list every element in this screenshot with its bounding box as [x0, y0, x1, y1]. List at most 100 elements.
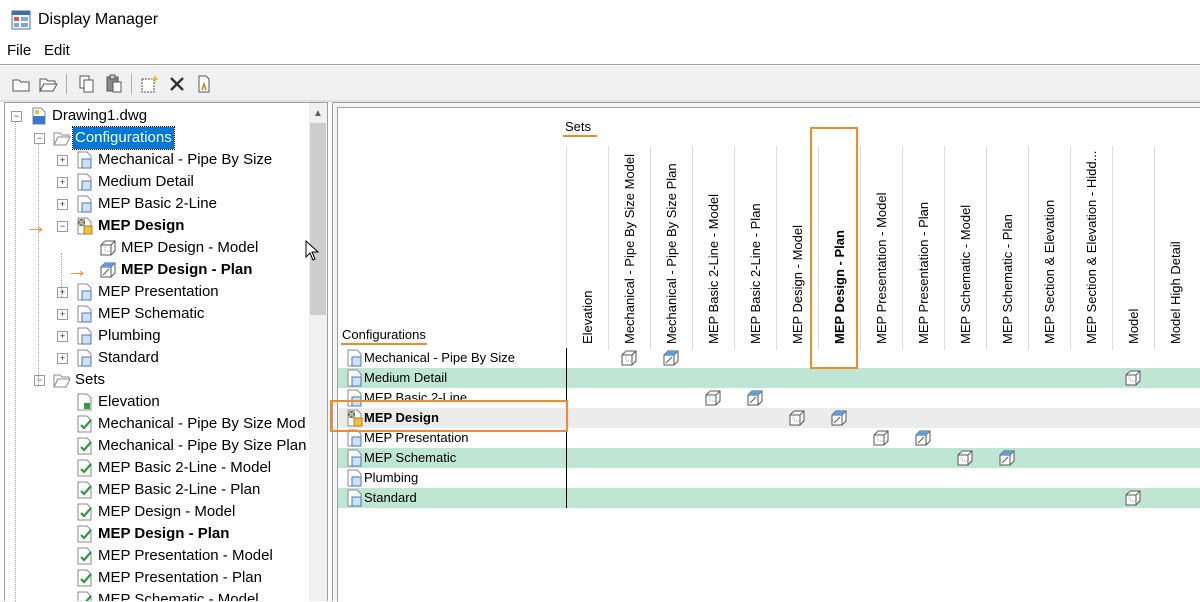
configuration-icon	[347, 489, 362, 507]
plan-view-icon[interactable]	[746, 389, 764, 407]
new-icon[interactable]	[11, 74, 31, 94]
collapse-icon[interactable]: −	[34, 375, 45, 386]
tree-node-set[interactable]: MEP Schematic - Model	[5, 589, 305, 601]
tree-node-label: Elevation	[98, 393, 160, 410]
tree-node-label: MEP Presentation	[98, 283, 219, 300]
column-header[interactable]: MEP Section & Elevation - Hidd...	[1070, 146, 1113, 350]
tree-view[interactable]: ▲ − Drawing1.dwg − Configurations + Mechanica…	[4, 102, 328, 601]
plan-view-icon[interactable]	[998, 449, 1016, 467]
properties-icon[interactable]	[194, 74, 214, 94]
menu-edit[interactable]: Edit	[44, 42, 70, 59]
copy-icon[interactable]	[77, 74, 97, 94]
tree-node-set[interactable]: Mechanical - Pipe By Size Plan	[5, 435, 307, 457]
tree-node-set[interactable]: MEP Basic 2-Line - Plan	[5, 479, 305, 501]
tree-node-configuration[interactable]: + Medium Detail	[5, 171, 305, 193]
tree-node-configuration[interactable]: − MEP Design	[5, 215, 305, 237]
tree-node-configuration[interactable]: + Mechanical - Pipe By Size	[5, 149, 305, 171]
set-checked-icon	[77, 547, 92, 565]
tree-node-config-view[interactable]: MEP Design - Model	[5, 237, 305, 259]
tree-node-set[interactable]: MEP Design - Plan	[5, 523, 305, 545]
configurations-underline	[341, 343, 427, 345]
matrix-row[interactable]: MEP Schematic	[338, 448, 1200, 468]
tree-node-configuration[interactable]: + MEP Schematic	[5, 303, 305, 325]
column-header[interactable]: Mechanical - Pipe By Size Model	[608, 146, 651, 350]
plan-view-icon[interactable]	[662, 349, 680, 367]
menu-file[interactable]: File	[7, 42, 31, 59]
matrix-row[interactable]: Mechanical - Pipe By Size	[338, 348, 1200, 368]
tree-node-set[interactable]: MEP Presentation - Plan	[5, 567, 305, 589]
expand-icon[interactable]: +	[57, 199, 68, 210]
collapse-icon[interactable]: −	[34, 133, 45, 144]
tree-node-label: MEP Design	[98, 217, 185, 234]
tree-node-label: Sets	[75, 371, 106, 388]
column-header[interactable]: MEP Presentation - Plan	[902, 146, 945, 350]
model-view-icon[interactable]	[1124, 369, 1142, 387]
column-header[interactable]: MEP Schematic - Model	[944, 146, 987, 350]
scrollbar-thumb[interactable]	[310, 123, 326, 315]
matrix-row[interactable]: Standard	[338, 488, 1200, 508]
expand-icon[interactable]: +	[57, 155, 68, 166]
column-header[interactable]: Model	[1112, 146, 1155, 350]
tree-node-sets[interactable]: − Sets	[5, 369, 305, 391]
column-header[interactable]: MEP Presentation - Model	[860, 146, 903, 350]
expand-icon[interactable]: +	[57, 177, 68, 188]
expand-icon[interactable]: +	[57, 309, 68, 320]
column-header[interactable]: MEP Section & Elevation	[1028, 146, 1071, 350]
model-view-icon[interactable]	[704, 389, 722, 407]
plan-view-icon	[100, 262, 116, 278]
column-header[interactable]: Mechanical - Pipe By Size Plan	[650, 146, 693, 350]
tree-node-set[interactable]: MEP Basic 2-Line - Model	[5, 457, 305, 479]
model-view-icon[interactable]	[956, 449, 974, 467]
tree-node-configurations[interactable]: − Configurations	[5, 126, 305, 150]
tree-node-label: Drawing1.dwg	[52, 107, 148, 124]
configuration-icon	[77, 349, 92, 367]
tree-node-configuration[interactable]: + MEP Presentation	[5, 281, 305, 303]
model-view-icon[interactable]	[1124, 489, 1142, 507]
tree-node-label: Mechanical - Pipe By Size	[98, 151, 273, 168]
column-header[interactable]: Elevation	[566, 146, 609, 350]
tree-node-drawing[interactable]: − Drawing1.dwg	[5, 105, 305, 127]
matrix-row[interactable]: Plumbing	[338, 468, 1200, 488]
column-header[interactable]: Model High Detail	[1154, 146, 1197, 350]
window-title: Display Manager	[38, 11, 159, 28]
new-set-icon[interactable]	[140, 74, 160, 94]
expand-icon[interactable]: +	[57, 353, 68, 364]
tree-node-configuration[interactable]: + Standard	[5, 347, 305, 369]
expand-icon[interactable]: +	[57, 287, 68, 298]
plan-view-icon[interactable]	[830, 409, 848, 427]
model-view-icon[interactable]	[620, 349, 638, 367]
arrow-mep-design-plan: →	[66, 257, 88, 282]
highlight-row-mep-design	[330, 400, 568, 432]
paste-icon[interactable]	[104, 74, 124, 94]
model-view-icon[interactable]	[872, 429, 890, 447]
sets-header: Sets	[565, 119, 592, 134]
configuration-icon	[77, 151, 92, 169]
configuration-set-matrix[interactable]: Sets Configurations Elevation Mechanical …	[337, 107, 1200, 602]
tree-node-set[interactable]: Mechanical - Pipe By Size Mod	[5, 413, 306, 435]
column-header[interactable]: MEP Basic 2-Line - Plan	[734, 146, 777, 350]
tree-scrollbar[interactable]: ▲	[309, 103, 327, 601]
collapse-icon[interactable]: −	[57, 221, 68, 232]
tree-node-set[interactable]: MEP Design - Model	[5, 501, 305, 523]
tree-node-configuration[interactable]: + Plumbing	[5, 325, 305, 347]
tree-node-set[interactable]: MEP Presentation - Model	[5, 545, 305, 567]
tree-node-configuration[interactable]: + MEP Basic 2-Line	[5, 193, 305, 215]
plan-view-icon[interactable]	[914, 429, 932, 447]
tree-node-label: MEP Presentation - Model	[98, 547, 273, 564]
collapse-icon[interactable]: −	[11, 111, 22, 122]
expand-icon[interactable]: +	[57, 331, 68, 342]
column-header[interactable]: MEP Schematic - Plan	[986, 146, 1029, 350]
delete-icon[interactable]	[167, 74, 187, 94]
model-view-icon	[100, 240, 116, 256]
tree-node-set[interactable]: Elevation	[5, 391, 305, 413]
tree-node-label: Mechanical - Pipe By Size Plan	[98, 437, 307, 454]
model-view-icon[interactable]	[788, 409, 806, 427]
active-configuration-icon	[77, 217, 93, 235]
tree-node-label: MEP Basic 2-Line	[98, 195, 217, 212]
scroll-up-icon[interactable]: ▲	[313, 108, 323, 119]
tree-node-config-view[interactable]: MEP Design - Plan	[5, 259, 305, 281]
open-icon[interactable]	[38, 74, 58, 94]
column-header[interactable]: MEP Basic 2-Line - Model	[692, 146, 735, 350]
matrix-row[interactable]: Medium Detail	[338, 368, 1200, 388]
tree-node-label: MEP Design - Plan	[121, 261, 253, 278]
